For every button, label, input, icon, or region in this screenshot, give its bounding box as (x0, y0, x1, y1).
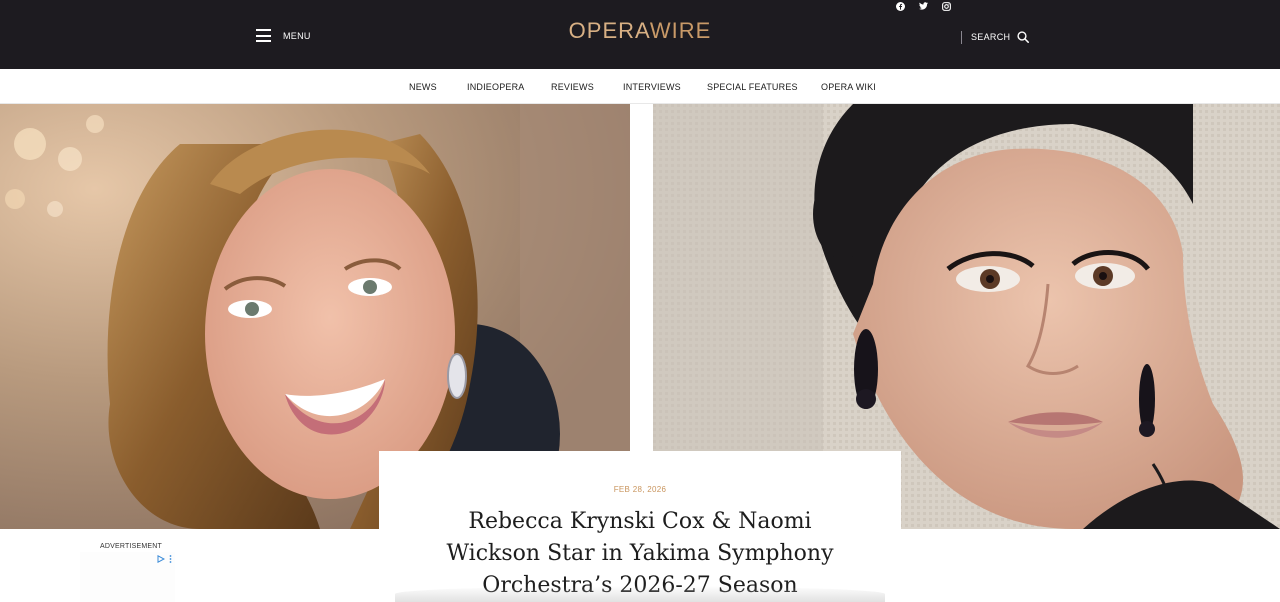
nav-item-news[interactable]: NEWS (409, 82, 437, 92)
search-label: SEARCH (971, 32, 1011, 42)
top-header: MENU OPERAWIRE SEARCH (0, 0, 1280, 69)
card-shadow (395, 586, 885, 602)
nav-item-interviews[interactable]: INTERVIEWS (623, 82, 681, 92)
search-icon (1017, 31, 1030, 43)
article-title-line: Rebecca Krynski Cox & Naomi (468, 509, 812, 534)
more-options-icon[interactable] (169, 555, 172, 563)
hamburger-icon (256, 29, 271, 42)
ad-choices-icon[interactable] (157, 555, 165, 563)
article-title-line: Wickson Star in Yakima Symphony (446, 541, 834, 566)
facebook-icon[interactable] (894, 0, 906, 12)
article-date: FEB 28, 2026 (613, 485, 667, 494)
nav-item-opera-wiki[interactable]: OPERA WIKI (821, 82, 876, 92)
main-nav: NEWS INDIEOPERA REVIEWS INTERVIEWS SPECI… (0, 69, 1280, 104)
search-button[interactable]: SEARCH (971, 31, 1030, 43)
header-divider (961, 31, 962, 44)
instagram-icon[interactable] (940, 0, 952, 12)
nav-item-special-features[interactable]: SPECIAL FEATURES (707, 82, 798, 92)
advertisement-label: ADVERTISEMENT (100, 543, 162, 550)
twitter-icon[interactable] (917, 0, 929, 12)
logo-opera: OPERA (568, 18, 650, 43)
menu-label: MENU (283, 30, 311, 41)
nav-item-reviews[interactable]: REVIEWS (551, 82, 594, 92)
featured-article-card[interactable]: FEB 28, 2026 Rebecca Krynski Cox & Naomi… (379, 451, 901, 602)
nav-item-indieopera[interactable]: INDIEOPERA (467, 82, 525, 92)
logo-wire: WIRE (649, 18, 712, 43)
menu-button[interactable]: MENU (256, 29, 311, 42)
ad-choices[interactable] (157, 555, 172, 563)
site-logo[interactable]: OPERAWIRE (560, 18, 720, 44)
advertisement-slot[interactable] (80, 552, 175, 602)
